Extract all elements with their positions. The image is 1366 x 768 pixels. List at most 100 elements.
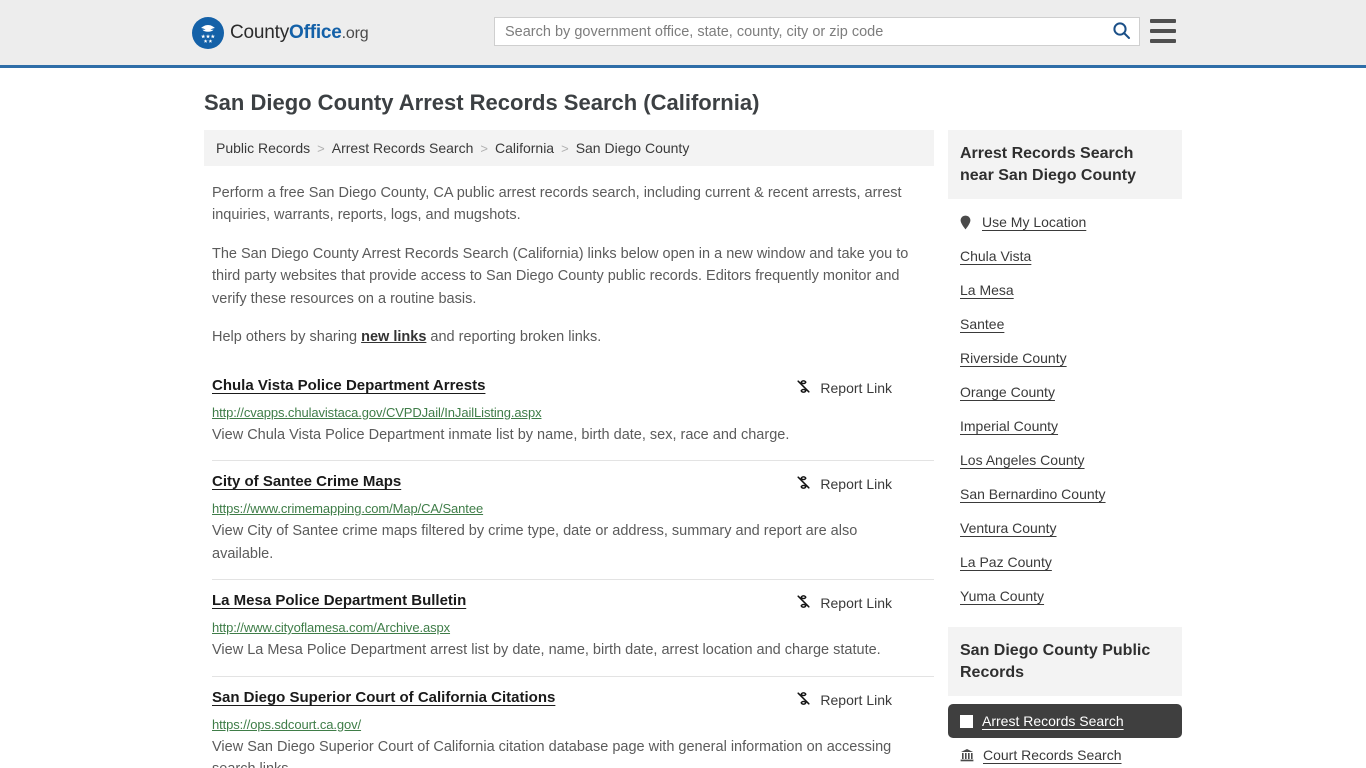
- courthouse-icon: [960, 748, 974, 762]
- report-link-button[interactable]: Report Link: [795, 690, 892, 710]
- hamburger-menu-icon[interactable]: [1150, 19, 1176, 43]
- broken-link-icon: [795, 474, 812, 494]
- report-link-button[interactable]: Report Link: [795, 593, 892, 613]
- sidebar-link[interactable]: Chula Vista: [960, 248, 1031, 264]
- intro-text-after: and reporting broken links.: [426, 329, 602, 346]
- report-link-label: Report Link: [820, 595, 892, 612]
- sidebar-item-imperial-county[interactable]: Imperial County: [948, 409, 1182, 443]
- result-url[interactable]: https://ops.sdcourt.ca.gov/: [212, 717, 934, 732]
- report-link-button[interactable]: Report Link: [795, 378, 892, 398]
- intro-section: Perform a free San Diego County, CA publ…: [204, 182, 934, 349]
- breadcrumb-separator: >: [480, 140, 488, 156]
- page-title: San Diego County Arrest Records Search (…: [204, 90, 760, 115]
- sidebar-nearby-list: Use My Location Chula Vista La Mesa Sant…: [948, 199, 1182, 613]
- search-bar[interactable]: [494, 17, 1140, 46]
- sidebar-link[interactable]: La Mesa: [960, 282, 1014, 298]
- search-button[interactable]: [1103, 18, 1139, 45]
- sidebar-link[interactable]: San Bernardino County: [960, 486, 1106, 502]
- sidebar-link[interactable]: Arrest Records Search: [982, 713, 1124, 729]
- report-link-button[interactable]: Report Link: [795, 474, 892, 494]
- sidebar-link[interactable]: Imperial County: [960, 418, 1058, 434]
- sidebar-public-records-box: San Diego County Public Records Arrest R…: [948, 627, 1182, 768]
- breadcrumb-separator: >: [317, 140, 325, 156]
- sidebar-item-use-my-location[interactable]: Use My Location: [948, 205, 1182, 239]
- sidebar-item-la-paz-county[interactable]: La Paz County: [948, 545, 1182, 579]
- sidebar-item-santee[interactable]: Santee: [948, 307, 1182, 341]
- sidebar-item-la-mesa[interactable]: La Mesa: [948, 273, 1182, 307]
- eagle-seal-icon: [192, 16, 224, 49]
- result-title-link[interactable]: City of Santee Crime Maps: [212, 473, 401, 490]
- result-header: City of Santee Crime Maps Report Link: [212, 473, 934, 494]
- breadcrumb-item-california[interactable]: California: [495, 140, 554, 156]
- breadcrumb-item-san-diego-county: San Diego County: [575, 140, 690, 156]
- result-title-link[interactable]: La Mesa Police Department Bulletin: [212, 592, 466, 609]
- breadcrumb-item-public-records[interactable]: Public Records: [216, 140, 310, 156]
- sidebar-item-orange-county[interactable]: Orange County: [948, 375, 1182, 409]
- site-logo[interactable]: CountyOffice.org: [192, 16, 369, 49]
- result-header: Chula Vista Police Department Arrests Re…: [212, 377, 934, 398]
- main-content: Public Records > Arrest Records Search >…: [204, 130, 934, 768]
- sidebar-link[interactable]: La Paz County: [960, 554, 1052, 570]
- site-header: CountyOffice.org: [0, 0, 1366, 68]
- result-url[interactable]: http://cvapps.chulavistaca.gov/CVPDJail/…: [212, 405, 934, 420]
- result-item: City of Santee Crime Maps Report Link ht…: [212, 460, 934, 579]
- sidebar-item-ventura-county[interactable]: Ventura County: [948, 511, 1182, 545]
- hamburger-bar: [1150, 19, 1176, 23]
- result-header: San Diego Superior Court of California C…: [212, 689, 934, 710]
- search-input[interactable]: [495, 23, 1103, 40]
- page-title-container: San Diego County Arrest Records Search (…: [0, 68, 1366, 116]
- new-links-link[interactable]: new links: [361, 329, 426, 345]
- sidebar-item-court-records-search[interactable]: Court Records Search: [948, 738, 1182, 768]
- report-link-label: Report Link: [820, 691, 892, 708]
- content-columns: Public Records > Arrest Records Search >…: [204, 130, 1184, 768]
- intro-paragraph-3: Help others by sharing new links and rep…: [212, 326, 934, 348]
- sidebar-item-san-bernardino-county[interactable]: San Bernardino County: [948, 477, 1182, 511]
- intro-text-before: Help others by sharing: [212, 329, 362, 346]
- report-link-label: Report Link: [820, 379, 892, 396]
- breadcrumb: Public Records > Arrest Records Search >…: [204, 130, 934, 166]
- result-title-link[interactable]: San Diego Superior Court of California C…: [212, 689, 555, 706]
- results-list: Chula Vista Police Department Arrests Re…: [204, 363, 934, 768]
- result-url[interactable]: https://www.crimemapping.com/Map/CA/Sant…: [212, 501, 934, 516]
- sidebar-item-arrest-records-search[interactable]: Arrest Records Search: [948, 704, 1182, 739]
- sidebar-link[interactable]: Court Records Search: [983, 747, 1122, 763]
- result-description: View City of Santee crime maps filtered …: [212, 523, 858, 562]
- sidebar-item-chula-vista[interactable]: Chula Vista: [948, 239, 1182, 273]
- sidebar-link[interactable]: Santee: [960, 316, 1004, 332]
- sidebar-link[interactable]: Orange County: [960, 384, 1055, 400]
- sidebar-nearby-heading: Arrest Records Search near San Diego Cou…: [948, 130, 1182, 200]
- intro-paragraph-2: The San Diego County Arrest Records Sear…: [212, 245, 909, 307]
- result-description: View San Diego Superior Court of Califor…: [212, 738, 892, 768]
- result-header: La Mesa Police Department Bulletin Repor…: [212, 592, 934, 613]
- intro-paragraph-1: Perform a free San Diego County, CA publ…: [212, 185, 902, 224]
- hamburger-bar: [1150, 39, 1176, 43]
- sidebar-item-yuma-county[interactable]: Yuma County: [948, 579, 1182, 613]
- result-item: San Diego Superior Court of California C…: [212, 675, 934, 768]
- result-title-link[interactable]: Chula Vista Police Department Arrests: [212, 377, 485, 394]
- brand-wordmark: CountyOffice.org: [230, 21, 369, 44]
- sidebar-link[interactable]: Use My Location: [982, 214, 1086, 230]
- result-description: View La Mesa Police Department arrest li…: [212, 642, 881, 659]
- report-link-label: Report Link: [820, 476, 892, 493]
- sidebar-item-los-angeles-county[interactable]: Los Angeles County: [948, 443, 1182, 477]
- page-body: San Diego County Arrest Records Search (…: [0, 68, 1366, 768]
- sidebar-link[interactable]: Ventura County: [960, 520, 1057, 536]
- result-item: Chula Vista Police Department Arrests Re…: [212, 363, 934, 460]
- sidebar-item-riverside-county[interactable]: Riverside County: [948, 341, 1182, 375]
- breadcrumb-item-arrest-records-search[interactable]: Arrest Records Search: [332, 140, 474, 156]
- sidebar-link[interactable]: Yuma County: [960, 588, 1044, 604]
- square-icon: [960, 714, 973, 728]
- brand-text-org: .org: [341, 24, 369, 42]
- broken-link-icon: [795, 378, 812, 398]
- hamburger-bar: [1150, 29, 1176, 33]
- result-description: View Chula Vista Police Department inmat…: [212, 426, 790, 443]
- broken-link-icon: [795, 593, 812, 613]
- sidebar: Arrest Records Search near San Diego Cou…: [948, 130, 1182, 768]
- search-icon: [1112, 21, 1131, 43]
- map-pin-icon: [960, 215, 974, 230]
- sidebar-link[interactable]: Los Angeles County: [960, 452, 1085, 468]
- sidebar-link[interactable]: Riverside County: [960, 350, 1067, 366]
- result-url[interactable]: http://www.cityoflamesa.com/Archive.aspx: [212, 620, 934, 635]
- brand-text-office: Office: [289, 21, 342, 43]
- breadcrumb-separator: >: [561, 140, 569, 156]
